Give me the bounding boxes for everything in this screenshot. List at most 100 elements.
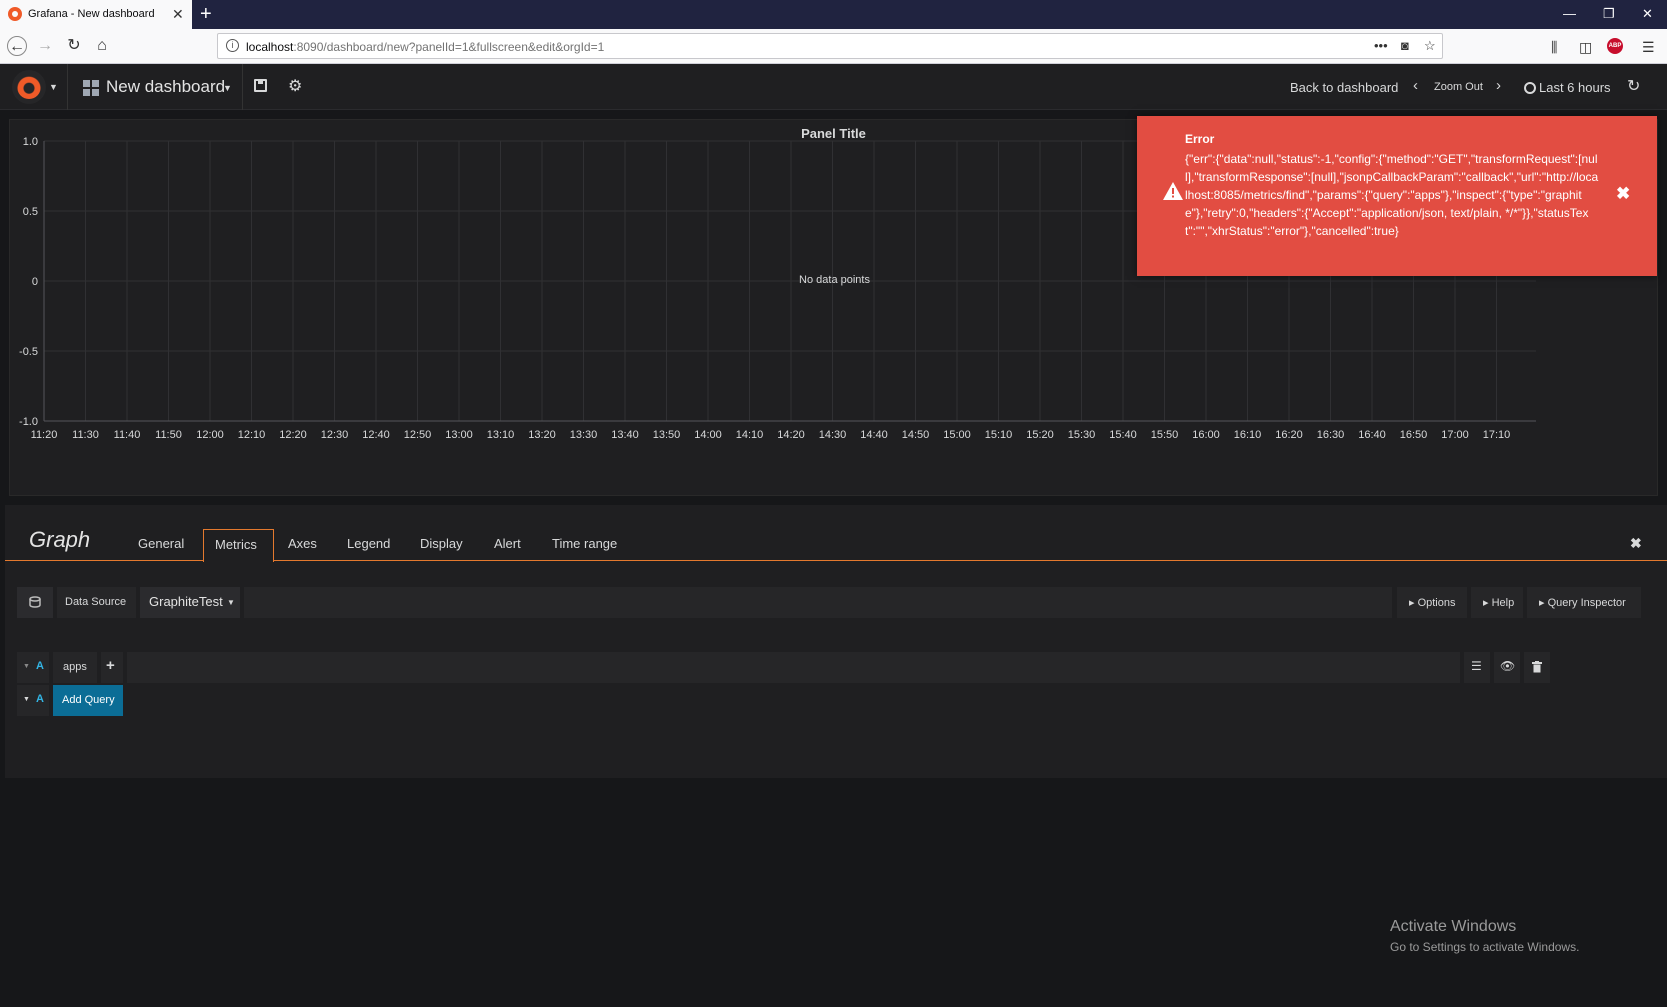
- options-button[interactable]: ▸ Options: [1397, 587, 1467, 618]
- x-tick-label: 15:40: [1109, 429, 1137, 441]
- x-tick-label: 11:20: [31, 429, 58, 441]
- panel-editor: Graph General Metrics Axes Legend Displa…: [5, 505, 1667, 778]
- dashboard-grid-icon: [83, 80, 99, 96]
- clock-icon[interactable]: [1524, 82, 1536, 94]
- x-tick-label: 14:20: [777, 429, 805, 441]
- data-source-row: Data Source GraphiteTest ▼ ▸ Options ▸ H…: [17, 587, 1650, 618]
- library-icon[interactable]: ⫼: [1551, 39, 1557, 56]
- y-tick-label: -1.0: [19, 416, 38, 428]
- y-tick-label: 0.5: [23, 206, 38, 218]
- query-row: ▼ A apps + ☰ 👁: [17, 652, 1650, 683]
- x-tick-label: 16:10: [1234, 429, 1262, 441]
- grafana-logo-icon[interactable]: [12, 70, 46, 104]
- dashboard-title[interactable]: New dashboard: [106, 77, 225, 97]
- eye-icon: 👁: [1500, 659, 1516, 673]
- trash-icon: [1532, 661, 1542, 673]
- x-tick-label: 13:10: [487, 429, 515, 441]
- x-tick-label: 14:10: [736, 429, 764, 441]
- time-shift-back-icon[interactable]: ‹: [1413, 77, 1418, 94]
- save-dashboard-icon[interactable]: [254, 79, 267, 92]
- url-text[interactable]: localhost:8090/dashboard/new?panelId=1&f…: [246, 40, 604, 54]
- back-arrow-icon[interactable]: ←: [7, 36, 27, 56]
- y-tick-label: -0.5: [19, 346, 38, 358]
- browser-tab[interactable]: Grafana - New dashboard ✕: [0, 0, 192, 29]
- time-shift-forward-icon[interactable]: ›: [1496, 77, 1501, 94]
- x-tick-label: 15:20: [1026, 429, 1054, 441]
- time-range-picker[interactable]: Last 6 hours: [1539, 80, 1611, 95]
- x-tick-label: 15:00: [943, 429, 971, 441]
- activate-windows-watermark: Activate Windows Go to Settings to activ…: [1390, 918, 1579, 954]
- tab-legend[interactable]: Legend: [347, 536, 390, 551]
- query-segment[interactable]: apps: [53, 652, 97, 683]
- toggle-query-visibility-button[interactable]: 👁: [1494, 652, 1520, 683]
- tab-general[interactable]: General: [138, 536, 184, 551]
- alert-title: Error: [1185, 132, 1215, 146]
- close-icon[interactable]: ✖: [1616, 184, 1630, 204]
- query-row-spacer: [127, 652, 1460, 683]
- plus-icon: +: [106, 657, 115, 674]
- caret-down-icon[interactable]: ▼: [49, 82, 58, 92]
- page-actions-icon[interactable]: •••: [1374, 38, 1388, 53]
- hamburger-icon: ☰: [1471, 659, 1482, 673]
- restore-icon[interactable]: ❐: [1603, 6, 1615, 22]
- x-tick-label: 14:30: [819, 429, 847, 441]
- x-tick-label: 16:00: [1192, 429, 1220, 441]
- close-tab-icon[interactable]: ✕: [172, 6, 184, 23]
- home-icon[interactable]: ⌂: [92, 36, 112, 56]
- tab-time-range[interactable]: Time range: [552, 536, 617, 551]
- data-source-label: Data Source: [57, 587, 136, 618]
- add-segment-button[interactable]: +: [101, 652, 123, 683]
- zoom-out-button[interactable]: Zoom Out: [1434, 81, 1483, 93]
- tab-metrics[interactable]: Metrics: [203, 529, 274, 562]
- x-tick-label: 17:00: [1441, 429, 1469, 441]
- x-tick-label: 16:20: [1275, 429, 1303, 441]
- menu-icon[interactable]: ☰: [1642, 39, 1655, 56]
- forward-arrow-icon[interactable]: →: [35, 36, 55, 56]
- x-tick-label: 16:30: [1317, 429, 1345, 441]
- x-tick-label: 17:10: [1483, 429, 1511, 441]
- x-tick-label: 14:40: [860, 429, 888, 441]
- x-tick-label: 12:30: [321, 429, 349, 441]
- query-inspector-button[interactable]: ▸ Query Inspector: [1527, 587, 1641, 618]
- add-query-row: ▼ A Add Query: [17, 685, 217, 716]
- x-tick-label: 15:10: [985, 429, 1013, 441]
- x-tick-label: 13:50: [653, 429, 681, 441]
- add-query-ref: ▼ A: [17, 685, 49, 716]
- editor-title: Graph: [29, 527, 91, 552]
- address-bar[interactable]: i localhost:8090/dashboard/new?panelId=1…: [217, 33, 1443, 59]
- reload-icon[interactable]: ↻: [64, 36, 84, 56]
- query-ref-toggle[interactable]: ▼ A: [17, 652, 49, 683]
- x-tick-label: 11:40: [114, 429, 141, 441]
- data-source-select[interactable]: GraphiteTest ▼: [140, 587, 240, 618]
- minimize-icon[interactable]: —: [1563, 6, 1576, 21]
- add-query-button[interactable]: Add Query: [53, 685, 123, 716]
- bookmark-star-icon[interactable]: ☆: [1424, 38, 1436, 54]
- tab-axes[interactable]: Axes: [288, 536, 317, 551]
- watermark-subtitle: Go to Settings to activate Windows.: [1390, 940, 1580, 954]
- refresh-icon[interactable]: ↻: [1627, 76, 1640, 96]
- x-tick-label: 13:40: [611, 429, 639, 441]
- x-tick-label: 13:30: [570, 429, 598, 441]
- x-tick-label: 12:50: [404, 429, 432, 441]
- x-tick-label: 13:20: [528, 429, 556, 441]
- delete-query-button[interactable]: [1524, 652, 1550, 683]
- help-button[interactable]: ▸ Help: [1471, 587, 1523, 618]
- site-info-icon[interactable]: i: [226, 39, 239, 52]
- x-tick-label: 15:50: [1151, 429, 1179, 441]
- x-tick-label: 12:10: [238, 429, 266, 441]
- caret-down-icon[interactable]: ▼: [223, 83, 232, 93]
- tab-display[interactable]: Display: [420, 536, 463, 551]
- query-menu-button[interactable]: ☰: [1464, 652, 1490, 683]
- settings-gear-icon[interactable]: ⚙: [288, 76, 302, 96]
- adblock-icon[interactable]: ABP: [1607, 38, 1623, 54]
- browser-tab-bar: Grafana - New dashboard ✕ + — ❐ ✕: [0, 0, 1667, 29]
- pocket-icon[interactable]: ◙: [1401, 38, 1409, 53]
- back-to-dashboard-button[interactable]: Back to dashboard: [1290, 80, 1398, 95]
- close-window-icon[interactable]: ✕: [1642, 6, 1653, 22]
- browser-tab-title: Grafana - New dashboard: [28, 8, 155, 20]
- tab-alert[interactable]: Alert: [494, 536, 521, 551]
- x-tick-label: 13:00: [445, 429, 473, 441]
- new-tab-button[interactable]: +: [200, 3, 212, 26]
- close-editor-icon[interactable]: ✖: [1630, 535, 1642, 552]
- sidebar-icon[interactable]: ◫: [1579, 39, 1592, 56]
